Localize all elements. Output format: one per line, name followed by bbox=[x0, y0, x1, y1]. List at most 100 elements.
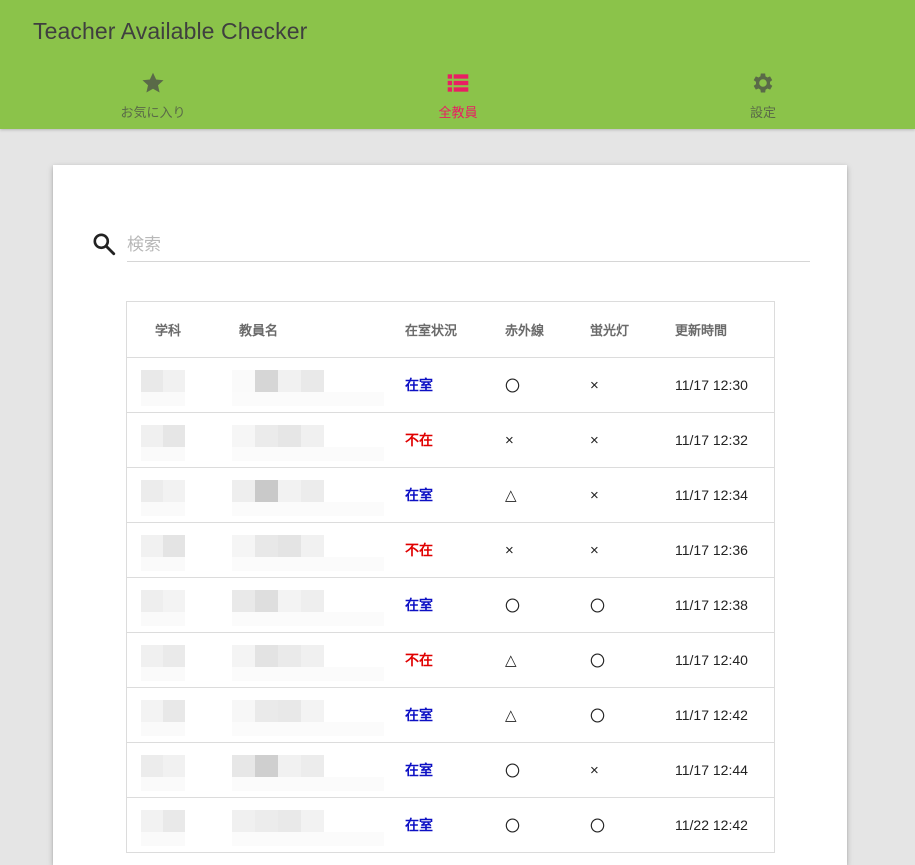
status-badge: 在室 bbox=[405, 707, 433, 723]
table-row[interactable]: 在室 〇 × 11/17 12:30 bbox=[127, 357, 774, 413]
tab-settings-label: 設定 bbox=[749, 105, 776, 120]
status-badge: 在室 bbox=[405, 762, 433, 778]
header-updated[interactable]: 更新時間 bbox=[675, 302, 774, 358]
light-cell: 〇 bbox=[590, 797, 675, 853]
table-row[interactable]: 在室〇〇 11/22 12:42 bbox=[127, 797, 774, 853]
dept-cell-redacted bbox=[127, 522, 239, 578]
status-badge: 不在 bbox=[405, 542, 433, 558]
header-dept[interactable]: 学科 bbox=[127, 302, 239, 358]
name-cell-redacted bbox=[232, 687, 405, 743]
table-row[interactable]: 不在 × × 11/17 12:36 bbox=[127, 522, 774, 578]
redacted-name bbox=[232, 633, 405, 687]
name-cell-redacted bbox=[232, 577, 405, 633]
gear-icon bbox=[753, 73, 773, 93]
dept-cell-redacted bbox=[127, 632, 239, 688]
redacted-dept bbox=[141, 358, 239, 412]
light-cell: 〇 bbox=[590, 577, 675, 633]
dept-cell-redacted bbox=[127, 357, 239, 413]
tab-settings[interactable]: 設定 bbox=[703, 70, 823, 126]
redacted-name bbox=[232, 358, 405, 412]
table-row[interactable]: 不在 × × 11/17 12:32 bbox=[127, 412, 774, 468]
search-input[interactable] bbox=[127, 229, 810, 262]
redacted-name bbox=[232, 468, 405, 522]
status-badge: 不在 bbox=[405, 652, 433, 668]
app-bar: Teacher Available Checker お気に入り 全教員 設定 bbox=[0, 0, 915, 129]
updated-time-cell: 11/17 12:34 bbox=[675, 467, 774, 523]
teacher-list-card: 学科 教員名 在室状況 赤外線 蛍光灯 更新時間 在室〇×11/17 12:30… bbox=[53, 165, 847, 865]
updated-time-cell: 11/17 12:44 bbox=[675, 742, 774, 798]
teacher-table: 学科 教員名 在室状況 赤外線 蛍光灯 更新時間 在室〇 × 11/17 12:30… bbox=[126, 301, 775, 853]
infrared-cell: 〇 bbox=[505, 357, 590, 413]
redacted-name bbox=[232, 523, 405, 577]
updated-time-cell: 11/17 12:30 bbox=[675, 357, 774, 413]
status-badge: 不在 bbox=[405, 432, 433, 448]
table-row[interactable]: 在室 〇 × 11/17 12:44 bbox=[127, 742, 774, 798]
light-cell: 〇 bbox=[590, 632, 675, 688]
name-cell-redacted bbox=[232, 467, 405, 523]
search-icon bbox=[93, 233, 116, 256]
status-badge: 在室 bbox=[405, 817, 433, 833]
infrared-cell: 〇 bbox=[505, 797, 590, 853]
name-cell-redacted bbox=[232, 412, 405, 468]
light-cell: × bbox=[590, 742, 675, 798]
dept-cell-redacted bbox=[127, 412, 239, 468]
dept-cell-redacted bbox=[127, 687, 239, 743]
redacted-dept bbox=[141, 633, 239, 687]
header-name[interactable]: 教員名 bbox=[239, 302, 405, 358]
updated-time-cell: 11/17 12:32 bbox=[675, 412, 774, 468]
table-row[interactable]: 在室〇〇 11/17 12:38 bbox=[127, 577, 774, 633]
tab-all-teachers-label: 全教員 bbox=[438, 105, 478, 120]
tab-favorites-label: お気に入り bbox=[120, 105, 186, 120]
infrared-cell: 〇 bbox=[505, 742, 590, 798]
infrared-cell: △ bbox=[505, 632, 590, 688]
redacted-dept bbox=[141, 468, 239, 522]
updated-time-cell: 11/17 12:40 bbox=[675, 632, 774, 688]
name-cell-redacted bbox=[232, 632, 405, 688]
redacted-dept bbox=[141, 743, 239, 797]
redacted-name bbox=[232, 798, 405, 852]
tab-all-teachers[interactable]: 全教員 bbox=[398, 70, 518, 126]
infrared-cell: × bbox=[505, 412, 590, 468]
updated-time-cell: 11/22 12:42 bbox=[675, 797, 774, 853]
status-badge: 在室 bbox=[405, 377, 433, 393]
updated-time-cell: 11/17 12:36 bbox=[675, 522, 774, 578]
tab-favorites[interactable]: お気に入り bbox=[93, 70, 213, 126]
name-cell-redacted bbox=[232, 522, 405, 578]
name-cell-redacted bbox=[232, 742, 405, 798]
light-cell: × bbox=[590, 357, 675, 413]
dept-cell-redacted bbox=[127, 577, 239, 633]
name-cell-redacted bbox=[232, 357, 405, 413]
infrared-cell: △ bbox=[505, 687, 590, 743]
table-header-row: 学科 教員名 在室状況 赤外線 蛍光灯 更新時間 bbox=[127, 302, 774, 358]
header-status[interactable]: 在室状況 bbox=[405, 302, 505, 358]
header-light[interactable]: 蛍光灯 bbox=[590, 302, 675, 358]
light-cell: 〇 bbox=[590, 687, 675, 743]
redacted-dept bbox=[141, 578, 239, 632]
redacted-dept bbox=[141, 413, 239, 467]
table-row[interactable]: 不在 △ 〇 11/17 12:40 bbox=[127, 632, 774, 688]
status-badge: 在室 bbox=[405, 597, 433, 613]
status-badge: 在室 bbox=[405, 487, 433, 503]
redacted-name bbox=[232, 743, 405, 797]
app-title: Teacher Available Checker bbox=[33, 18, 308, 44]
dept-cell-redacted bbox=[127, 467, 239, 523]
infrared-cell: 〇 bbox=[505, 577, 590, 633]
redacted-name bbox=[232, 688, 405, 742]
header-infrared[interactable]: 赤外線 bbox=[505, 302, 590, 358]
redacted-dept bbox=[141, 523, 239, 577]
table-row[interactable]: 在室 △ × 11/17 12:34 bbox=[127, 467, 774, 523]
list-icon bbox=[447, 74, 469, 92]
table-row[interactable]: 在室 △ 〇 11/17 12:42 bbox=[127, 687, 774, 743]
light-cell: × bbox=[590, 412, 675, 468]
dept-cell-redacted bbox=[127, 797, 239, 853]
infrared-cell: △ bbox=[505, 467, 590, 523]
redacted-name bbox=[232, 413, 405, 467]
redacted-name bbox=[232, 578, 405, 632]
redacted-dept bbox=[141, 798, 239, 852]
updated-time-cell: 11/17 12:42 bbox=[675, 687, 774, 743]
redacted-dept bbox=[141, 688, 239, 742]
infrared-cell: × bbox=[505, 522, 590, 578]
dept-cell-redacted bbox=[127, 742, 239, 798]
light-cell: × bbox=[590, 522, 675, 578]
star-icon bbox=[142, 72, 164, 93]
